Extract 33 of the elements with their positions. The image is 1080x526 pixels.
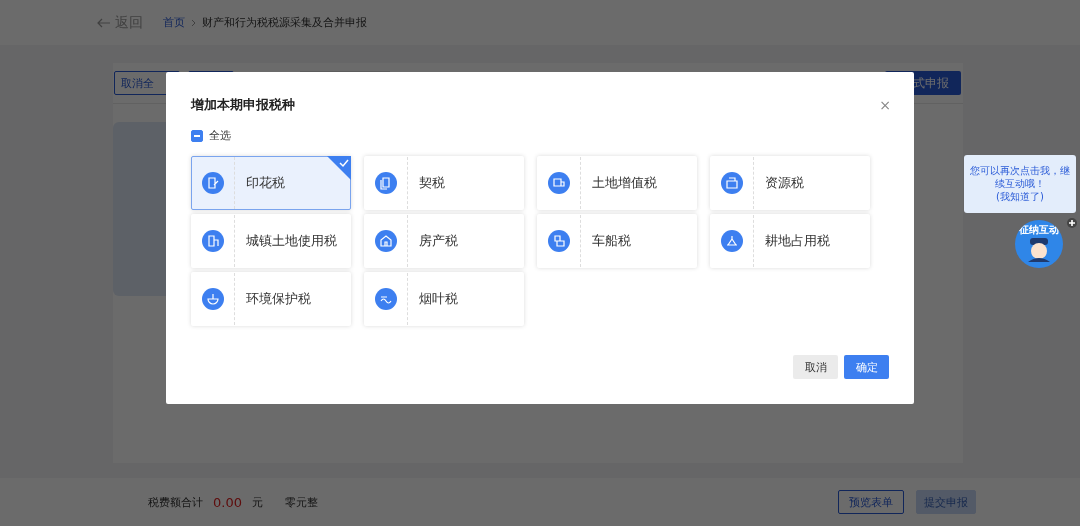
dismiss-link[interactable]: (我知道了) <box>996 190 1044 204</box>
document-icon <box>375 172 397 194</box>
close-button[interactable]: × <box>879 97 891 113</box>
total-amount: 0.00 <box>213 494 242 510</box>
tax-card[interactable]: 车船税 <box>537 214 697 268</box>
tax-card[interactable]: 印花税 <box>191 156 351 210</box>
document-pen-icon <box>202 172 224 194</box>
back-arrow-icon[interactable] <box>97 17 111 28</box>
tax-card[interactable]: 契税 <box>364 156 524 210</box>
amount-in-words: 零元整 <box>284 494 318 510</box>
select-all-label[interactable]: 全选 <box>209 128 231 143</box>
tax-card[interactable]: 城镇土地使用税 <box>191 214 351 268</box>
confirm-button[interactable]: 确定 <box>844 355 889 379</box>
currency-unit: 元 <box>251 494 263 510</box>
dialog-title: 增加本期申报税种 <box>191 96 295 114</box>
building-icon <box>202 230 224 252</box>
checkbox[interactable] <box>191 129 203 142</box>
wave-icon <box>375 288 397 310</box>
tax-card[interactable]: 土地增值税 <box>537 156 697 210</box>
plus-icon[interactable] <box>1067 218 1077 228</box>
chevron-icon <box>191 18 196 27</box>
tax-card[interactable]: 房产税 <box>364 214 524 268</box>
tax-card[interactable]: 烟叶税 <box>364 272 524 326</box>
house-icon <box>375 230 397 252</box>
avatar-figure-icon <box>1026 238 1052 262</box>
tax-card[interactable]: 耕地占用税 <box>710 214 870 268</box>
breadcrumb-current: 财产和行为税税源采集及合并申报 <box>202 15 367 30</box>
total-label: 税费额合计 <box>148 494 203 510</box>
tax-card[interactable]: 环境保护税 <box>191 272 351 326</box>
tip-text: 您可以再次点击我，继续互动哦！ <box>969 164 1071 190</box>
tax-card[interactable]: 资源税 <box>710 156 870 210</box>
cancel-button[interactable]: 取消 <box>793 355 838 379</box>
check-corner-icon <box>327 156 351 180</box>
